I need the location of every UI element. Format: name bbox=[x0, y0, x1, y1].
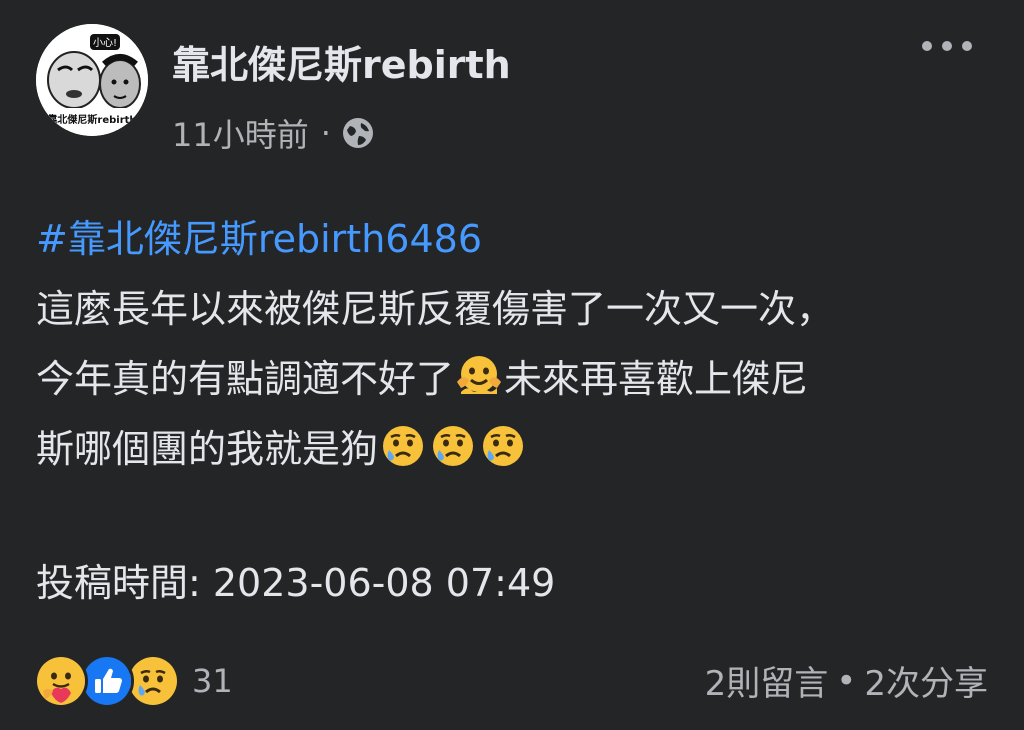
more-dot bbox=[962, 41, 972, 51]
avatar-caption: 靠北傑尼斯rebirth bbox=[47, 113, 136, 126]
post-line-3-text: 斯哪個團的我就是狗 bbox=[36, 427, 379, 471]
reactions-summary[interactable]: 31 bbox=[34, 654, 233, 708]
meta-separator: · bbox=[320, 114, 331, 152]
shares-count[interactable]: 2次分享 bbox=[864, 656, 988, 705]
sad-relieved-face-emoji bbox=[479, 422, 527, 470]
post-line-2: 今年真的有點調適不好了 未來再喜歡上傑尼 bbox=[36, 344, 986, 414]
post-line-2-end: 未來再喜歡上傑尼 bbox=[504, 357, 809, 401]
stats-separator: • bbox=[836, 660, 857, 701]
more-dot bbox=[942, 41, 952, 51]
reaction-count[interactable]: 31 bbox=[192, 662, 233, 700]
post-line-1: 這麼長年以來被傑尼斯反覆傷害了一次又一次， bbox=[36, 287, 835, 331]
more-horizontal-icon bbox=[922, 41, 932, 51]
page-name[interactable]: 靠北傑尼斯rebirth bbox=[172, 34, 511, 89]
post-body: #靠北傑尼斯rebirth6486 這麼長年以來被傑尼斯反覆傷害了一次又一次， … bbox=[36, 204, 986, 484]
globe-icon bbox=[341, 116, 375, 150]
facebook-post: 小心! 靠北傑尼斯rebirth 靠北傑尼斯rebirth 11小時前 · #靠… bbox=[0, 0, 1024, 730]
page-avatar[interactable]: 小心! 靠北傑尼斯rebirth bbox=[36, 24, 148, 136]
post-line-2-start: 今年真的有點調適不好了 bbox=[36, 357, 455, 401]
comments-count[interactable]: 2則留言 bbox=[705, 656, 829, 705]
like-reaction-icon bbox=[80, 654, 134, 708]
engagement-stats: 2則留言 • 2次分享 bbox=[705, 656, 988, 705]
post-timestamp[interactable]: 11小時前 bbox=[172, 110, 309, 156]
submission-time: 投稿時間: 2023-06-08 07:49 bbox=[36, 561, 556, 605]
sad-relieved-face-emoji bbox=[429, 422, 477, 470]
post-hashtag[interactable]: #靠北傑尼斯rebirth6486 bbox=[36, 204, 986, 274]
avatar-badge-text: 小心! bbox=[93, 37, 117, 49]
sad-relieved-face-emoji bbox=[379, 422, 427, 470]
more-options-button[interactable] bbox=[922, 34, 972, 58]
post-line-3: 斯哪個團的我就是狗 bbox=[36, 414, 986, 484]
care-reaction-icon bbox=[34, 654, 88, 708]
post-meta: 11小時前 · bbox=[172, 110, 375, 156]
melting-face-hands-emoji bbox=[455, 352, 503, 400]
sad-reaction-icon bbox=[126, 654, 180, 708]
